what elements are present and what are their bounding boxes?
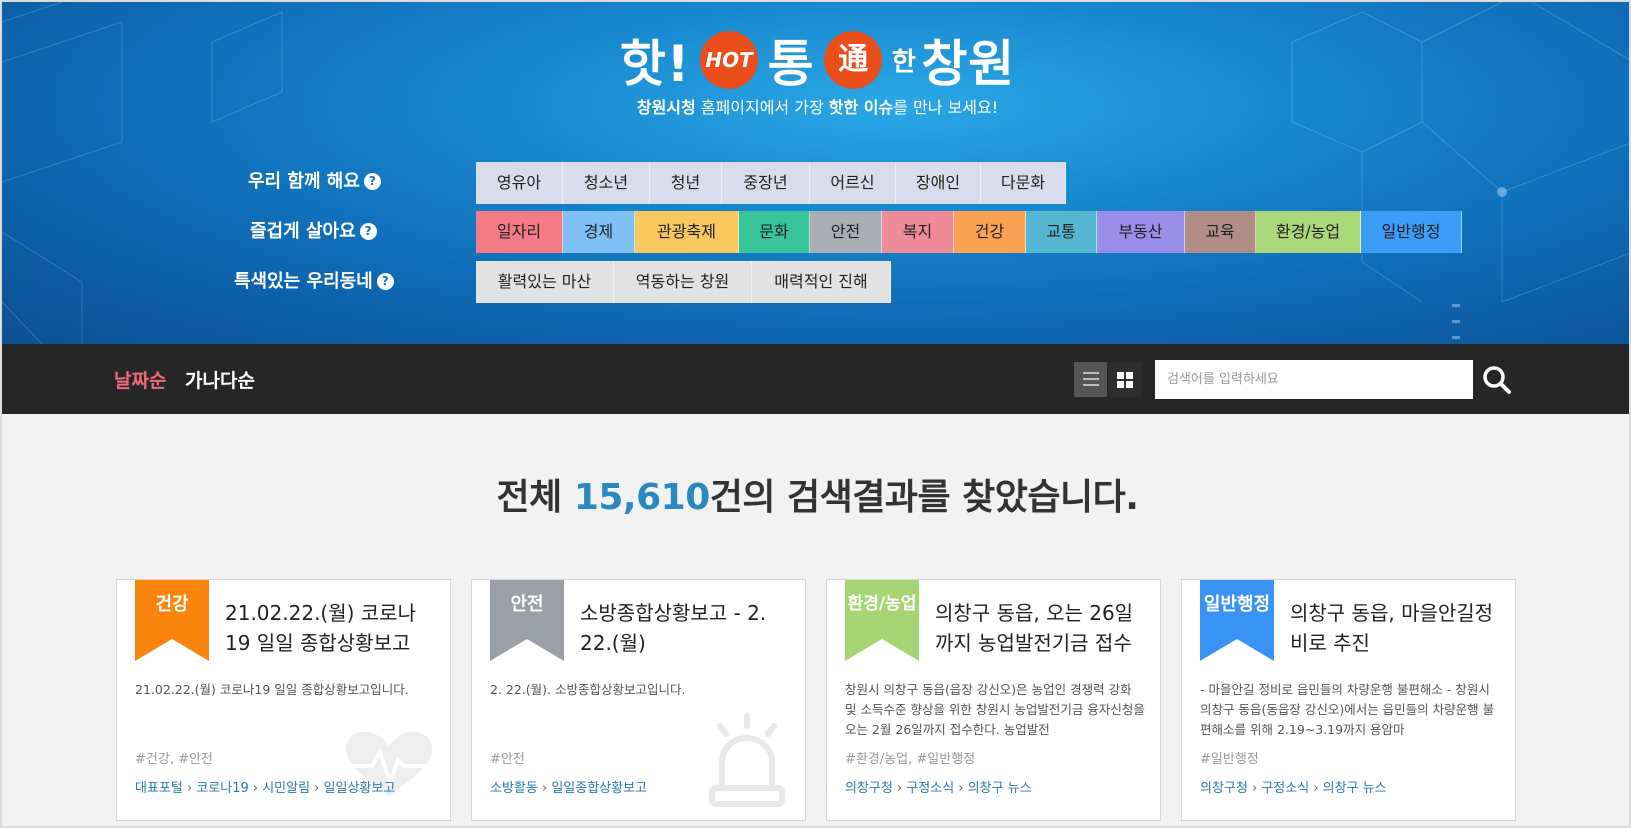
breadcrumb-link[interactable]: 구정소식 <box>1261 781 1309 796</box>
category-badge: 안전 <box>510 594 544 615</box>
category-row-enjoy: 일자리 경제 관광축제 문화 안전 복지 건강 교통 부동산 교육 환경/농업 … <box>476 211 1462 253</box>
search-icon <box>1483 366 1511 394</box>
help-icon[interactable]: ? <box>359 223 377 240</box>
logo-text-han: 한 <box>891 47 916 78</box>
grid-view-button[interactable] <box>1108 362 1141 397</box>
search-input[interactable] <box>1155 360 1473 399</box>
category-button[interactable]: 다문화 <box>981 162 1066 204</box>
card-title[interactable]: 의창구 동읍, 마을안길정비로 추진 <box>1290 598 1500 658</box>
sort-by-date[interactable]: 날짜순 <box>114 366 166 393</box>
card-tags: #안전 <box>490 752 525 767</box>
category-button[interactable]: 일반행정 <box>1361 211 1462 253</box>
category-button[interactable]: 청소년 <box>563 162 650 204</box>
category-button[interactable]: 어르신 <box>810 162 896 204</box>
list-view-button[interactable] <box>1074 362 1107 397</box>
card-description: 창원시 의창구 동읍(읍장 강신오)은 농업인 경쟁력 강화 및 소득수준 향상… <box>845 682 1145 737</box>
result-card[interactable]: 건강 21.02.22.(월) 코로나19 일일 종합상황보고 21.02.22… <box>116 579 451 821</box>
chevron-right-icon: › <box>310 781 324 796</box>
breadcrumb-link[interactable]: 코로나19 <box>196 781 248 796</box>
chevron-right-icon: › <box>182 781 197 796</box>
result-card[interactable]: 안전 소방종합상황보고 - 2. 22.(월) 2. 22.(월). 소방종합상… <box>471 579 806 821</box>
help-icon[interactable]: ? <box>376 273 394 290</box>
breadcrumb-link[interactable]: 의창구 뉴스 <box>968 781 1032 796</box>
logo-text-hot: 핫! <box>619 35 691 93</box>
category-label-enjoy: 즐겁게 살아요? <box>250 211 377 253</box>
category-button[interactable]: 영유아 <box>476 162 563 204</box>
breadcrumb-link[interactable]: 구정소식 <box>906 781 954 796</box>
chevron-right-icon: › <box>537 781 552 796</box>
card-tags: #일반행정 <box>1200 752 1259 767</box>
category-badge: 건강 <box>155 594 189 615</box>
chevron-right-icon: › <box>248 781 263 796</box>
category-button[interactable]: 장애인 <box>896 162 981 204</box>
help-icon[interactable]: ? <box>363 173 381 190</box>
breadcrumb-link[interactable]: 의창구청 <box>1200 781 1248 796</box>
category-badge: 환경/농업 <box>847 594 917 614</box>
card-tags: #환경/농업, #일반행정 <box>845 752 976 767</box>
breadcrumb-link[interactable]: 시민알림 <box>262 781 310 796</box>
siren-icon <box>709 713 785 807</box>
category-button[interactable]: 환경/농업 <box>1256 211 1361 253</box>
result-card[interactable]: 환경/농업 의창구 동읍, 오는 26일까지 농업발전기금 접수 창원시 의창구… <box>826 579 1161 821</box>
site-logo[interactable]: 핫! HOT 통 通 한 창원 <box>2 24 1629 96</box>
breadcrumb: 소방활동 › 일일종합상황보고 <box>490 777 647 796</box>
category-badge: 일반행정 <box>1203 594 1271 615</box>
category-button[interactable]: 문화 <box>739 211 810 253</box>
category-button[interactable]: 일자리 <box>476 211 563 253</box>
category-button[interactable]: 활력있는 마산 <box>476 261 614 303</box>
category-button[interactable]: 관광축제 <box>635 211 739 253</box>
result-card[interactable]: 일반행정 의창구 동읍, 마을안길정비로 추진 - 마을안길 정비로 읍민들의 … <box>1181 579 1516 821</box>
search-button[interactable] <box>1479 362 1515 398</box>
card-title[interactable]: 의창구 동읍, 오는 26일까지 농업발전기금 접수 <box>935 598 1145 658</box>
logo-hot-badge: HOT <box>700 31 759 89</box>
card-description: - 마을안길 정비로 읍민들의 차량운행 불편해소 - 창원시 의창구 동읍(동… <box>1200 682 1495 737</box>
logo-tong-badge: 通 <box>824 31 883 89</box>
category-button[interactable]: 청년 <box>650 162 722 204</box>
category-row-neighborhood: 활력있는 마산 역동하는 창원 매력적인 진해 <box>476 261 891 303</box>
card-tags: #건강, #안전 <box>135 752 213 767</box>
category-button[interactable]: 역동하는 창원 <box>614 261 752 303</box>
category-button[interactable]: 중장년 <box>722 162 810 204</box>
category-button[interactable]: 매력적인 진해 <box>752 261 891 303</box>
card-title[interactable]: 21.02.22.(월) 코로나19 일일 종합상황보고 <box>225 598 435 658</box>
breadcrumb-link[interactable]: 일일상황보고 <box>324 781 396 796</box>
category-button[interactable]: 부동산 <box>1097 211 1185 253</box>
category-button[interactable]: 경제 <box>563 211 635 253</box>
logo-text-tong: 통 <box>767 35 815 93</box>
logo-text-changwon: 창원 <box>921 35 1016 93</box>
page-frame: 핫! HOT 통 通 한 창원 창원시청 홈페이지에서 가장 핫한 이슈를 만나… <box>0 0 1631 828</box>
result-count-heading: 전체 15,610건의 검색결과를 찾았습니다. <box>496 477 1139 518</box>
category-button[interactable]: 안전 <box>810 211 882 253</box>
category-button[interactable]: 교통 <box>1026 211 1097 253</box>
list-view-icon <box>1083 372 1099 386</box>
chevron-right-icon: › <box>1247 781 1262 796</box>
breadcrumb-link[interactable]: 의창구청 <box>845 781 893 796</box>
category-button[interactable]: 교육 <box>1185 211 1256 253</box>
sort-by-alpha[interactable]: 가나다순 <box>185 366 255 393</box>
breadcrumb-link[interactable]: 대표포털 <box>135 781 183 796</box>
card-description: 21.02.22.(월) 코로나19 일일 종합상황보고입니다. <box>135 682 409 697</box>
card-title[interactable]: 소방종합상황보고 - 2. 22.(월) <box>580 598 790 658</box>
result-count: 15,610 <box>573 477 710 518</box>
toolbar: 날짜순 가나다순 <box>2 344 1629 414</box>
hero-banner: 핫! HOT 통 通 한 창원 창원시청 홈페이지에서 가장 핫한 이슈를 만나… <box>2 2 1629 344</box>
category-label-neighborhood: 특색있는 우리동네? <box>234 261 394 303</box>
breadcrumb-link[interactable]: 의창구 뉴스 <box>1323 781 1387 796</box>
chevron-right-icon: › <box>892 781 907 796</box>
grid-view-icon <box>1117 372 1133 388</box>
breadcrumb: 의창구청 › 구정소식 › 의창구 뉴스 <box>1200 777 1387 796</box>
category-button[interactable]: 복지 <box>882 211 954 253</box>
breadcrumb-link[interactable]: 소방활동 <box>490 781 538 796</box>
breadcrumb: 의창구청 › 구정소식 › 의창구 뉴스 <box>845 777 1032 796</box>
chevron-right-icon: › <box>954 781 968 796</box>
tagline: 창원시청 홈페이지에서 가장 핫한 이슈를 만나 보세요! <box>636 98 999 117</box>
breadcrumb-link[interactable]: 일일종합상황보고 <box>551 781 647 796</box>
category-label-together: 우리 함께 해요? <box>248 161 381 203</box>
category-row-together: 영유아 청소년 청년 중장년 어르신 장애인 다문화 <box>476 162 1066 204</box>
breadcrumb: 대표포털 › 코로나19 › 시민알림 › 일일상황보고 <box>135 777 395 796</box>
category-button[interactable]: 건강 <box>954 211 1026 253</box>
chevron-right-icon: › <box>1309 781 1323 796</box>
